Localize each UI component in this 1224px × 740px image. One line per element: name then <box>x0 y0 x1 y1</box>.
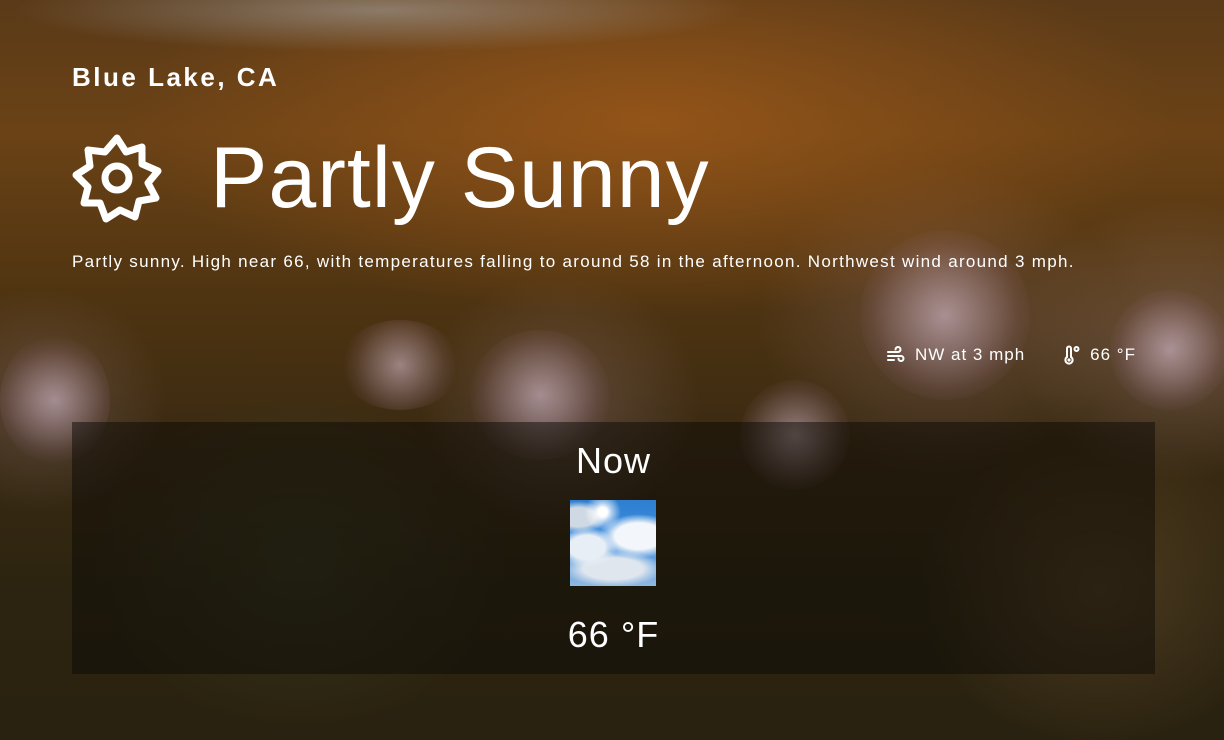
forecast-description: Partly sunny. High near 66, with tempera… <box>72 252 1075 271</box>
thermometer-icon <box>1064 345 1080 365</box>
partly-sunny-sky-image <box>570 500 656 586</box>
location-title: Blue Lake, CA <box>72 62 280 92</box>
weather-stats: NW at 3 mph 66 °F <box>886 345 1136 365</box>
now-label: Now <box>575 440 652 481</box>
temperature-text: 66 °F <box>1090 345 1136 364</box>
temperature-stat: 66 °F <box>1061 345 1136 365</box>
background-flower <box>340 320 460 410</box>
wind-text: NW at 3 mph <box>914 345 1026 364</box>
sun-icon <box>72 134 162 223</box>
condition-title: Partly Sunny <box>210 130 710 226</box>
wind-icon <box>886 346 905 362</box>
now-panel: Now 66 °F <box>72 422 1155 674</box>
now-temperature: 66 °F <box>567 614 660 655</box>
wind-stat: NW at 3 mph <box>886 345 1025 365</box>
current-condition: Partly Sunny <box>72 128 710 228</box>
